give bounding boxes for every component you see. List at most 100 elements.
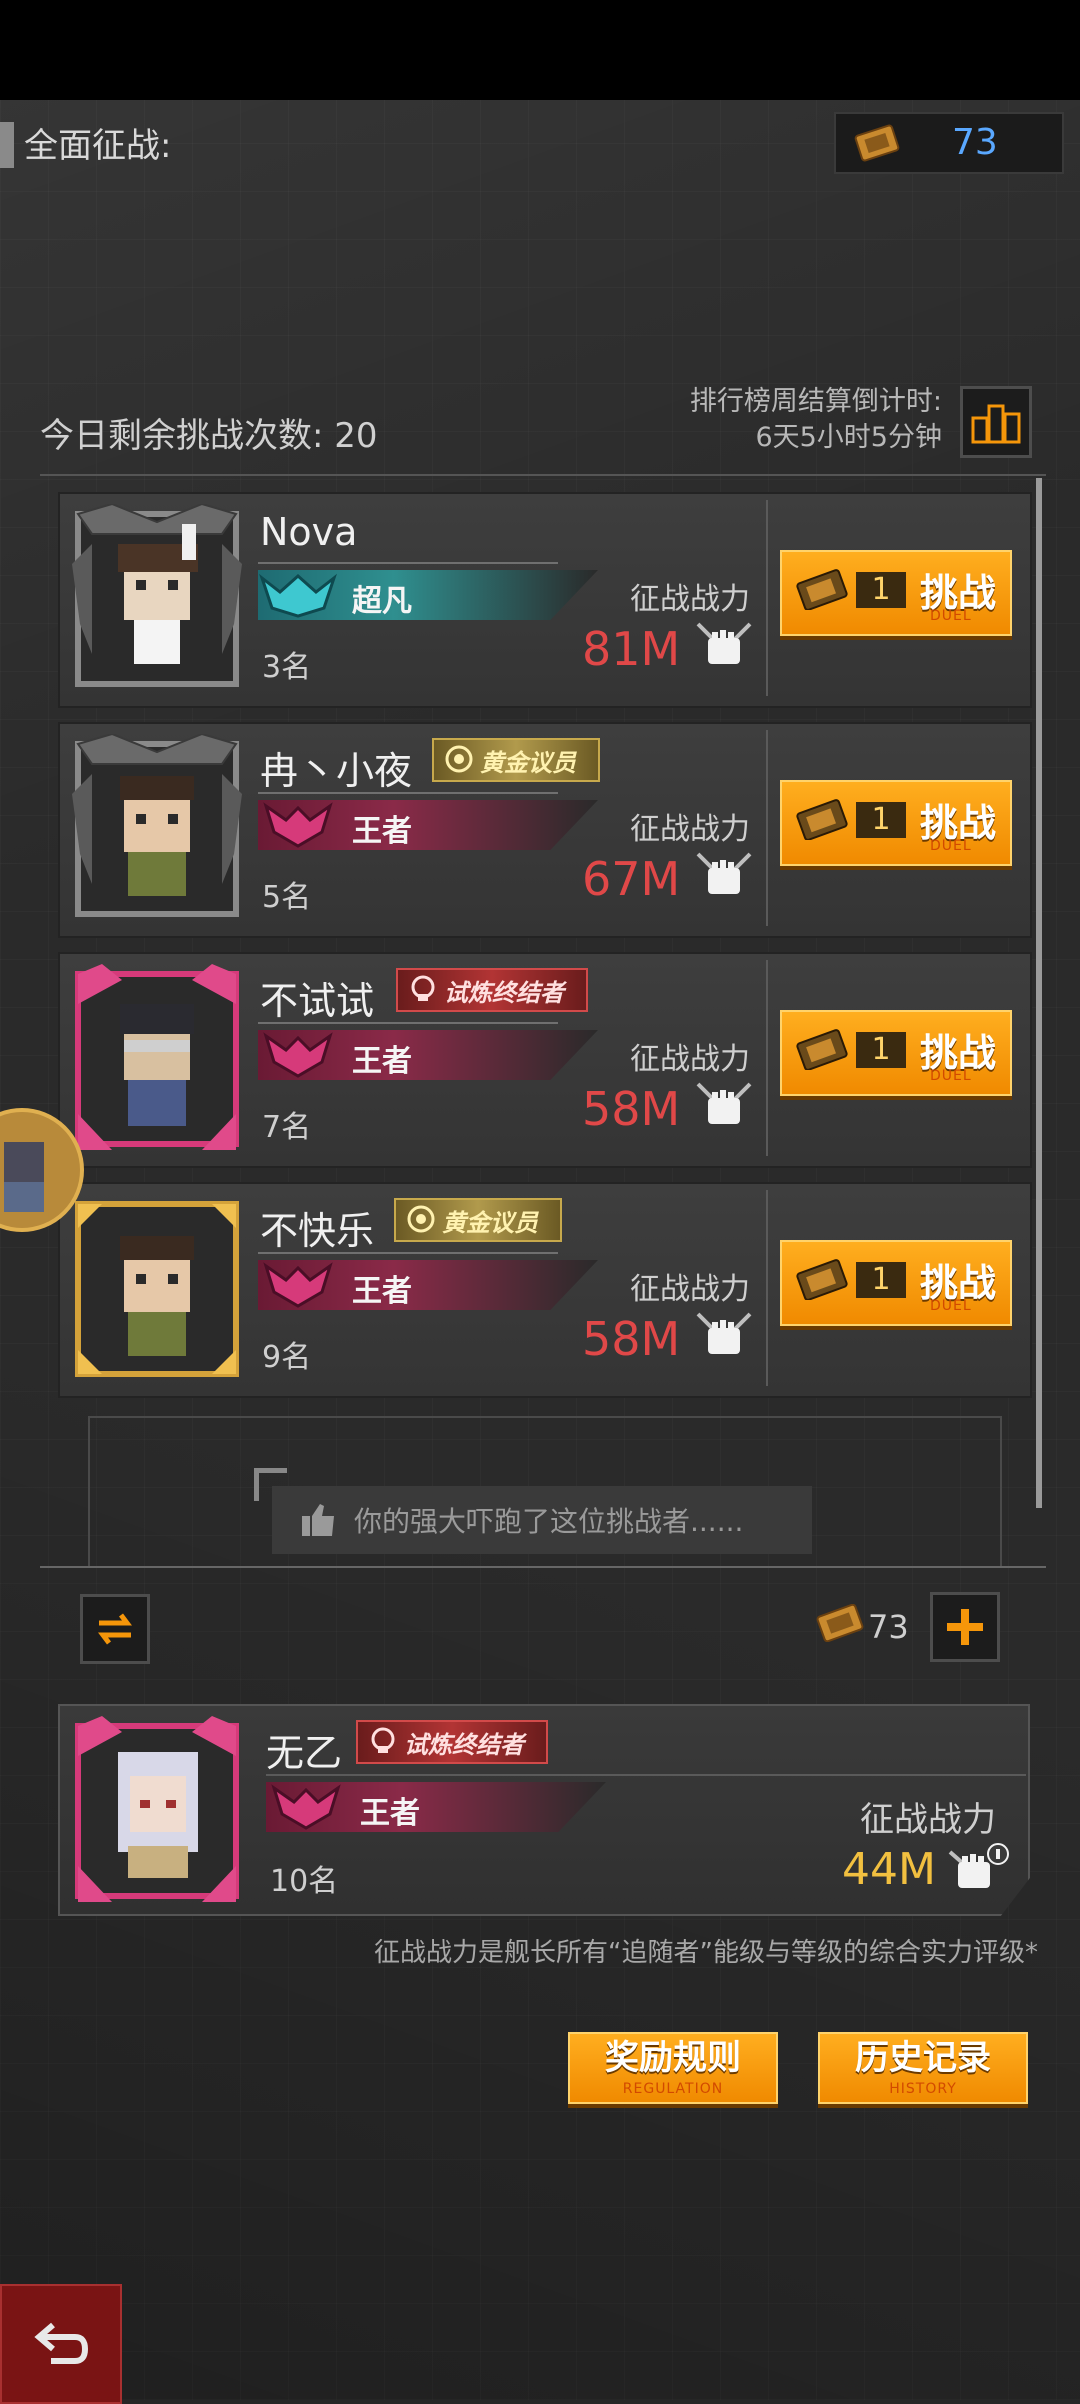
opponent-name: 不试试 — [260, 979, 375, 1023]
tier-bar: 王者 — [258, 1260, 598, 1310]
power-footnote: 征战战力是舰长所有“追随者”能级与等级的综合实力评级* — [374, 1938, 1038, 1968]
title-badge: 试炼终结者 — [396, 968, 588, 1012]
leaderboard-icon — [971, 404, 1021, 444]
reward-rules-sub: REGULATION — [622, 2081, 724, 2097]
avatar — [75, 1716, 239, 1902]
fist-icon — [696, 622, 752, 664]
skull-seal-icon — [371, 1727, 395, 1753]
opponent-rank: 3名 — [262, 650, 312, 685]
opponent-name: Nova — [260, 510, 358, 554]
challenge-button[interactable]: 1 挑战 DUEL — [780, 550, 1012, 636]
power-label: 征战战力 — [630, 1272, 750, 1307]
opponent-rank: 9名 — [262, 1340, 312, 1375]
gold-seal-icon — [407, 1205, 435, 1233]
title-text: 黄金议员 — [442, 1208, 538, 1237]
ticket-icon — [796, 569, 848, 610]
companion-icon — [4, 1142, 44, 1212]
card-divider — [258, 792, 558, 794]
opponent-power: 58M — [582, 1312, 681, 1366]
ticket-icon — [796, 1029, 848, 1070]
opponent-card: 不快乐 黄金议员 王者 9名 征战战力 58M 1 挑战 DUEL — [58, 1182, 1032, 1398]
title-badge: 黄金议员 — [394, 1198, 562, 1242]
title-text: 试炼终结者 — [444, 978, 564, 1007]
tier-bar: 王者 — [266, 1782, 606, 1832]
challenge-sub: DUEL — [930, 838, 972, 854]
ticket-icon — [854, 124, 900, 162]
challenge-sub: DUEL — [930, 1298, 972, 1314]
tier-bar: 王者 — [258, 800, 598, 850]
avatar — [75, 1201, 239, 1377]
refresh-button[interactable] — [80, 1594, 150, 1664]
title-badge: 黄金议员 — [432, 738, 600, 782]
opponent-power: 67M — [582, 852, 681, 906]
card-separator — [766, 730, 768, 926]
challenge-button[interactable]: 1 挑战 DUEL — [780, 1240, 1012, 1326]
ticket-count: 73 — [868, 1608, 909, 1646]
tier-name: 王者 — [352, 1274, 412, 1309]
opponent-card: Nova 超凡 3名 征战战力 81M 1 挑战 DUEL — [58, 492, 1032, 708]
tier-emblem-icon — [263, 1032, 333, 1078]
empty-slot-text: 你的强大吓跑了这位挑战者...... — [354, 1505, 744, 1538]
challenge-sub: DUEL — [930, 608, 972, 624]
tier-name: 王者 — [352, 814, 412, 849]
reward-rules-button[interactable]: 奖励规则 REGULATION — [568, 2032, 778, 2104]
leaderboard-button[interactable] — [960, 386, 1032, 458]
avatar — [72, 504, 242, 687]
challenge-cost: 1 — [856, 572, 906, 608]
opponent-rank: 7名 — [262, 1110, 312, 1145]
thumbs-up-icon — [302, 1504, 334, 1536]
my-name: 无乙 — [266, 1731, 343, 1775]
fist-icon — [696, 1082, 752, 1124]
history-button[interactable]: 历史记录 HISTORY — [818, 2032, 1028, 2104]
challenge-button[interactable]: 1 挑战 DUEL — [780, 780, 1012, 866]
tier-bar: 超凡 — [258, 570, 598, 620]
card-divider — [266, 1774, 1026, 1776]
my-player-card: 无乙 试炼终结者 王者 10名 征战战力 44M — [58, 1704, 1030, 1916]
power-label: 征战战力 — [860, 1800, 996, 1840]
opponent-card: 不试试 试炼终结者 王者 7名 征战战力 58M 1 挑战 DUEL — [58, 952, 1032, 1168]
history-sub: HISTORY — [889, 2081, 957, 2097]
tier-emblem-icon — [271, 1784, 341, 1830]
ticket-icon — [796, 1259, 848, 1300]
tier-bar: 王者 — [258, 1030, 598, 1080]
card-divider — [258, 1252, 558, 1254]
card-divider — [258, 562, 558, 564]
challenge-cost: 1 — [856, 1262, 906, 1298]
card-separator — [766, 1190, 768, 1386]
power-label: 征战战力 — [630, 1042, 750, 1077]
page-title: 全面征战: — [24, 126, 172, 166]
avatar — [72, 734, 242, 917]
refresh-icon — [98, 1613, 132, 1645]
ticket-icon — [796, 799, 848, 840]
reward-rules-label: 奖励规则 — [605, 2038, 741, 2078]
title-badge: 试炼终结者 — [356, 1720, 548, 1764]
challenge-button[interactable]: 1 挑战 DUEL — [780, 1010, 1012, 1096]
skull-seal-icon — [411, 975, 435, 1001]
list-scrollbar[interactable] — [1036, 478, 1042, 1508]
opponent-power: 58M — [582, 1082, 681, 1136]
back-button[interactable] — [0, 2284, 122, 2404]
empty-slot-message: 你的强大吓跑了这位挑战者...... — [272, 1486, 812, 1554]
opponent-rank: 5名 — [262, 880, 312, 915]
opponent-name: 不快乐 — [260, 1209, 375, 1253]
leaderboard-countdown: 排行榜周结算倒计时: 6天5小时5分钟 — [690, 384, 942, 456]
countdown-value: 6天5小时5分钟 — [755, 422, 942, 453]
power-label: 征战战力 — [630, 812, 750, 847]
tier-emblem-icon — [259, 573, 337, 618]
card-divider — [258, 1022, 558, 1024]
fist-icon — [696, 1312, 752, 1354]
card-separator — [766, 500, 768, 696]
countdown-label: 排行榜周结算倒计时: — [689, 386, 942, 417]
fist-icon — [696, 852, 752, 894]
list-top-divider — [40, 474, 1046, 476]
list-bottom-divider — [40, 1566, 1046, 1568]
my-power: 44M — [842, 1844, 936, 1895]
add-tickets-button[interactable] — [930, 1592, 1000, 1662]
challenge-cost: 1 — [856, 1032, 906, 1068]
gold-seal-icon — [445, 745, 473, 773]
fist-icon — [948, 1843, 1009, 1888]
opponent-card: 冉丶小夜 黄金议员 王者 5名 征战战力 67M 1 挑战 DUEL — [58, 722, 1032, 938]
ticket-icon — [816, 1604, 864, 1642]
card-separator — [766, 960, 768, 1156]
power-label: 征战战力 — [630, 582, 750, 617]
